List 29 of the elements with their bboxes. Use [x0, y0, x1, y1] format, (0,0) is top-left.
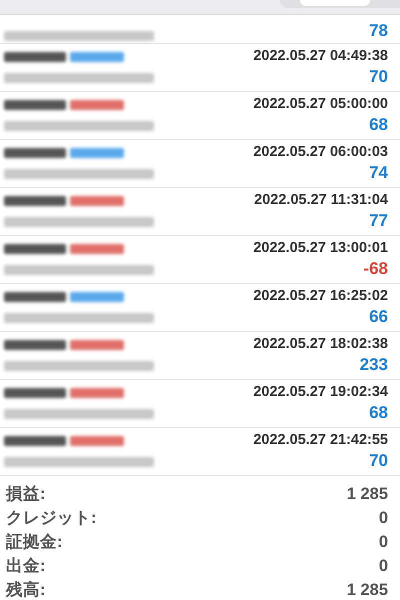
- summary-label: クレジット:: [6, 508, 96, 529]
- profit-value: 66: [369, 307, 388, 328]
- summary-label: 証拠金:: [6, 532, 62, 553]
- summary-value: 1 285: [346, 484, 388, 504]
- summary-label: 残高:: [6, 580, 46, 600]
- trade-time: 2022.05.27 19:02:34: [253, 384, 388, 400]
- trade-time: 2022.05.27 04:49:38: [253, 48, 388, 64]
- profit-value: 74: [369, 163, 388, 184]
- summary-value: 1 285: [346, 580, 388, 600]
- summary-value: 0: [378, 532, 388, 552]
- summary-label: 損益:: [6, 484, 46, 505]
- trade-time: 2022.05.27 16:25:02: [253, 288, 388, 304]
- trade-time: 2022.05.27 18:02:38: [253, 336, 388, 352]
- profit-value: 78: [369, 21, 388, 41]
- profit-value: 68: [369, 403, 388, 424]
- trade-time: 2022.05.27 06:00:03: [253, 144, 388, 160]
- profit-value: 233: [360, 355, 388, 376]
- profit-value: 68: [369, 115, 388, 136]
- profit-value: 77: [369, 211, 388, 232]
- trade-time: 2022.05.27 13:00:01: [253, 240, 388, 256]
- summary-label: 出金:: [6, 556, 46, 577]
- profit-value: 70: [369, 67, 388, 88]
- summary-value: 0: [378, 556, 388, 576]
- trade-time: 2022.05.27 11:31:04: [254, 192, 388, 208]
- summary-value: 0: [378, 508, 388, 528]
- profit-value: 70: [369, 451, 388, 472]
- trade-time: 2022.05.27 05:00:00: [253, 96, 388, 112]
- profit-value: -68: [363, 259, 388, 280]
- trade-time: 2022.05.27 21:42:55: [253, 432, 388, 448]
